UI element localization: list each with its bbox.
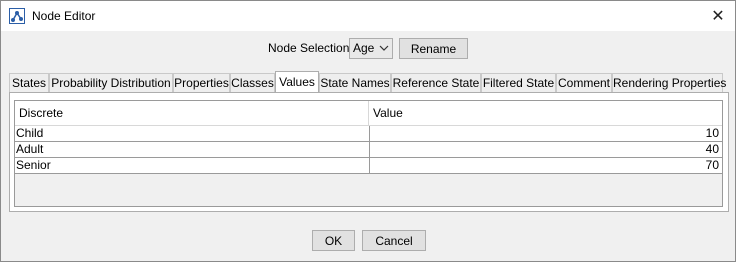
close-button[interactable]: ✕ xyxy=(701,1,735,31)
state-value-cell[interactable]: 40 xyxy=(369,142,722,157)
table-header: Discrete Value xyxy=(15,101,722,126)
table-row[interactable]: Adult 40 xyxy=(15,142,722,158)
state-name-cell: Child xyxy=(16,126,44,140)
window-title: Node Editor xyxy=(32,9,96,23)
table-row[interactable]: Senior 70 xyxy=(15,158,722,174)
tab-values[interactable]: Values xyxy=(275,71,319,93)
cancel-button[interactable]: Cancel xyxy=(362,230,426,251)
values-table: Discrete Value Child 10 Adult 40 Senior … xyxy=(14,100,723,207)
node-selection-dropdown[interactable]: Age xyxy=(349,38,393,59)
node-selection-value: Age xyxy=(353,41,375,55)
tab-properties[interactable]: Properties xyxy=(173,73,230,92)
tab-states[interactable]: States xyxy=(9,73,49,92)
node-editor-icon xyxy=(9,8,25,24)
tab-rendering-properties[interactable]: Rendering Properties xyxy=(612,73,726,92)
column-header-discrete[interactable]: Discrete xyxy=(15,101,369,126)
node-editor-window: Node Editor ✕ Node Selection: Age Rename… xyxy=(0,0,736,262)
ok-button[interactable]: OK xyxy=(312,230,355,251)
node-selection-label: Node Selection: xyxy=(268,41,353,55)
state-value-cell[interactable]: 70 xyxy=(369,158,722,173)
state-name-cell: Adult xyxy=(16,142,44,156)
state-value-cell[interactable]: 10 xyxy=(369,126,722,141)
column-header-value[interactable]: Value xyxy=(369,101,722,126)
state-name-cell: Senior xyxy=(16,158,51,172)
table-row[interactable]: Child 10 xyxy=(15,126,722,142)
tab-probability-distribution[interactable]: Probability Distribution xyxy=(49,73,173,92)
tab-bar: States Probability Distribution Properti… xyxy=(9,71,729,93)
tab-filtered-state[interactable]: Filtered State xyxy=(481,73,556,92)
tab-comment[interactable]: Comment xyxy=(556,73,612,92)
tab-state-names[interactable]: State Names xyxy=(319,73,391,92)
chevron-down-icon xyxy=(379,39,389,65)
tab-reference-state[interactable]: Reference State xyxy=(391,73,481,92)
rename-button[interactable]: Rename xyxy=(399,38,468,59)
title-bar: Node Editor ✕ xyxy=(1,1,735,31)
tab-classes[interactable]: Classes xyxy=(230,73,275,92)
close-icon: ✕ xyxy=(711,8,725,25)
